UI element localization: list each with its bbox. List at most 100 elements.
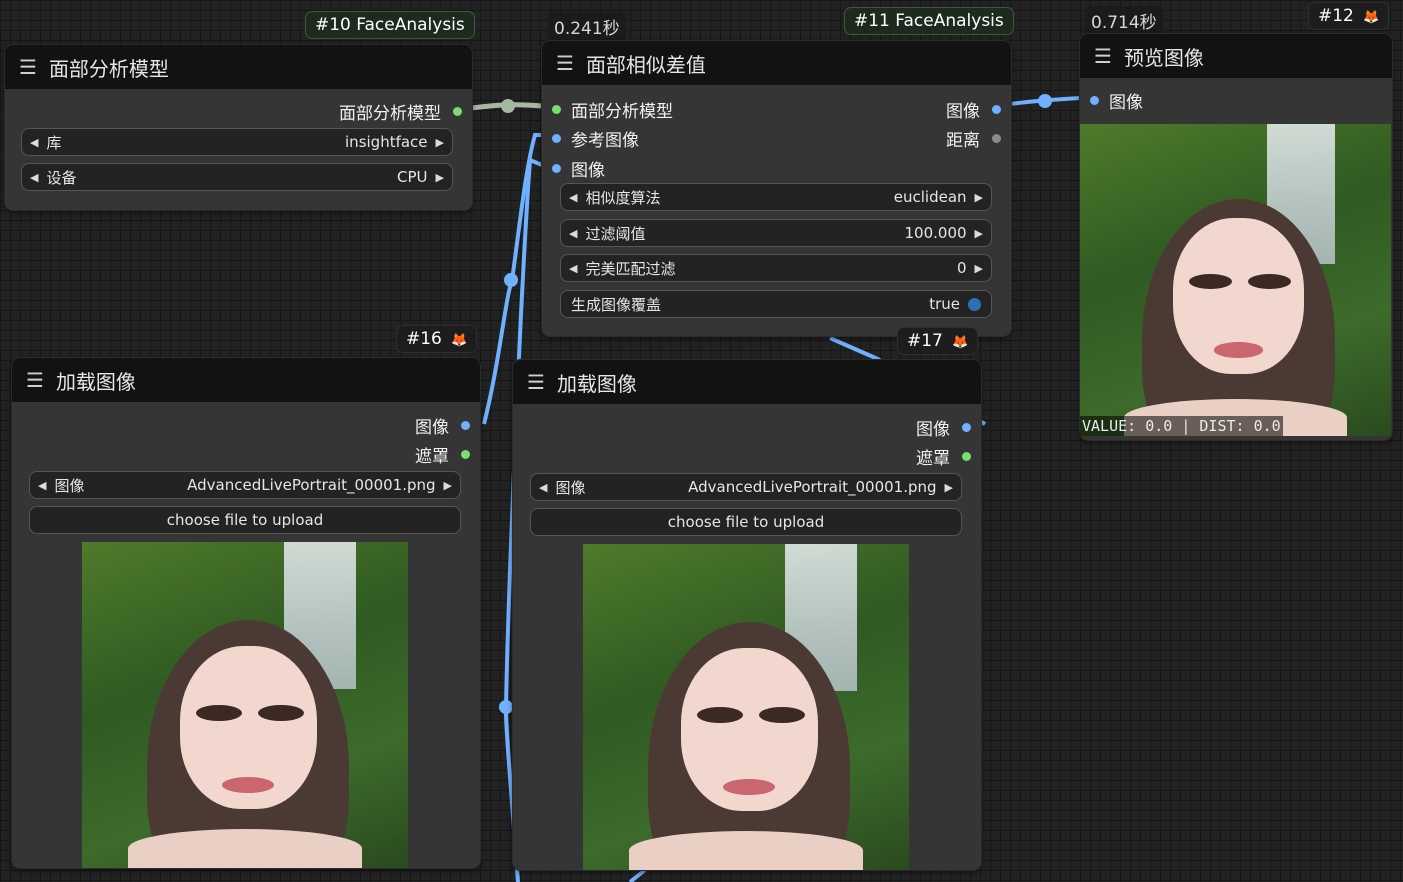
output-dot[interactable] (453, 107, 462, 116)
output-slot-mask[interactable]: 遮罩 (916, 444, 971, 469)
input-slot-image[interactable]: 图像 (552, 156, 605, 181)
fox-icon: 🦊 (1363, 10, 1380, 25)
input-label: 参考图像 (571, 131, 639, 151)
input-label: 面部分析模型 (571, 102, 673, 122)
right-arrow-icon[interactable]: ▶ (975, 227, 983, 240)
output-slot-image[interactable]: 图像 (946, 97, 1001, 122)
preview-image-node[interactable]: ☰ 预览图像 图像 VALUE: 0.0 | DIST: 0.0 (1080, 34, 1392, 440)
output-slot-mask[interactable]: 遮罩 (415, 442, 470, 467)
device-combo[interactable]: ◀ 设备 CPU ▶ (21, 163, 453, 191)
left-arrow-icon[interactable]: ◀ (569, 262, 577, 275)
right-arrow-icon[interactable]: ▶ (975, 191, 983, 204)
right-arrow-icon[interactable]: ▶ (945, 481, 953, 494)
output-dot[interactable] (992, 105, 1001, 114)
output-slot-image[interactable]: 图像 (916, 415, 971, 440)
fox-icon: 🦊 (451, 333, 468, 348)
face-similarity-node[interactable]: ☰ 面部相似差值 面部分析模型 参考图像 图像 图像 距离 ◀ 相似度算法 eu… (542, 41, 1011, 336)
similarity-readout: VALUE: 0.0 | DIST: 0.0 (1080, 416, 1283, 436)
widget-value: true (929, 295, 960, 313)
left-arrow-icon[interactable]: ◀ (569, 227, 577, 240)
input-slot-reference-image[interactable]: 参考图像 (552, 126, 639, 151)
widget-value: 0 (956, 259, 967, 277)
output-slot-distance[interactable]: 距离 (946, 126, 1001, 151)
link-reroute-dot (501, 99, 515, 113)
node-title-bar[interactable]: ☰ 加载图像 (513, 360, 981, 404)
input-slot-face-model[interactable]: 面部分析模型 (552, 97, 673, 122)
widget-value: AdvancedLivePortrait_00001.png (688, 478, 937, 496)
load-image-node-16[interactable]: ☰ 加载图像 图像 遮罩 ◀ 图像 AdvancedLivePortrait_0… (12, 358, 480, 868)
fox-icon: 🦊 (952, 335, 969, 350)
node-badge-16: #16 🦊 (397, 326, 477, 352)
input-dot[interactable] (1090, 96, 1099, 105)
node-title: 预览图像 (1123, 45, 1204, 70)
execution-time-11: 0.241秒 (548, 12, 626, 41)
left-arrow-icon[interactable]: ◀ (569, 191, 577, 204)
choose-file-button[interactable]: choose file to upload (29, 506, 461, 534)
left-arrow-icon[interactable]: ◀ (38, 479, 46, 492)
toggle-indicator[interactable] (968, 297, 981, 311)
output-slot-image[interactable]: 图像 (415, 413, 470, 438)
filter-threshold-number[interactable]: ◀ 过滤阈值 100.000 ▶ (560, 219, 992, 247)
node-badge-17: #17 🦊 (898, 328, 978, 354)
widget-value: CPU (397, 168, 428, 186)
widget-value: 100.000 (904, 224, 967, 242)
node-title-bar[interactable]: ☰ 面部相似差值 (542, 41, 1011, 85)
widget-label: 生成图像覆盖 (571, 295, 662, 314)
right-arrow-icon[interactable]: ▶ (436, 171, 444, 184)
left-arrow-icon[interactable]: ◀ (539, 481, 547, 494)
widget-label: 设备 (46, 168, 77, 187)
node-title: 加载图像 (556, 371, 637, 396)
output-dot[interactable] (962, 452, 971, 461)
output-label: 图像 (946, 102, 980, 122)
left-arrow-icon[interactable]: ◀ (30, 171, 38, 184)
node-title-bar[interactable]: ☰ 面部分析模型 (5, 45, 472, 89)
left-arrow-icon[interactable]: ◀ (30, 136, 38, 149)
widget-value: euclidean (893, 188, 967, 206)
badge-id: #12 (1318, 6, 1354, 26)
right-arrow-icon[interactable]: ▶ (975, 262, 983, 275)
link-model (471, 102, 543, 111)
node-title: 加载图像 (55, 369, 136, 394)
image-file-combo[interactable]: ◀ 图像 AdvancedLivePortrait_00001.png ▶ (29, 471, 461, 499)
menu-icon[interactable]: ☰ (26, 368, 44, 392)
node-title-bar[interactable]: ☰ 加载图像 (12, 358, 480, 402)
output-label: 面部分析模型 (339, 104, 441, 124)
generate-image-overlay-toggle[interactable]: 生成图像覆盖 true (560, 290, 992, 318)
node-title-bar[interactable]: ☰ 预览图像 (1080, 34, 1392, 78)
load-image-node-17[interactable]: ☰ 加载图像 图像 遮罩 ◀ 图像 AdvancedLivePortrait_0… (513, 360, 981, 870)
choose-file-button[interactable]: choose file to upload (530, 508, 962, 536)
output-dot[interactable] (461, 421, 470, 430)
input-dot[interactable] (552, 105, 561, 114)
right-arrow-icon[interactable]: ▶ (444, 479, 452, 492)
preview-image: VALUE: 0.0 | DIST: 0.0 (1080, 124, 1391, 436)
similarity-algorithm-combo[interactable]: ◀ 相似度算法 euclidean ▶ (560, 183, 992, 211)
link-reroute-dot (1038, 94, 1052, 108)
image-file-combo[interactable]: ◀ 图像 AdvancedLivePortrait_00001.png ▶ (530, 473, 962, 501)
widget-label: 图像 (555, 478, 586, 497)
face-analysis-model-node[interactable]: ☰ 面部分析模型 面部分析模型 ◀ 库 insightface ▶ ◀ 设备 C… (5, 45, 472, 210)
link-reroute-dot (504, 273, 518, 287)
widget-label: 相似度算法 (585, 188, 661, 207)
menu-icon[interactable]: ☰ (556, 51, 574, 75)
widget-label: 图像 (54, 476, 85, 495)
input-slot-image[interactable]: 图像 (1090, 88, 1143, 113)
output-label: 距离 (946, 131, 980, 151)
menu-icon[interactable]: ☰ (19, 55, 37, 79)
link-image-diag (829, 336, 881, 362)
output-slot-face-model[interactable]: 面部分析模型 (339, 99, 462, 124)
input-dot[interactable] (552, 134, 561, 143)
widget-label: 过滤阈值 (585, 224, 646, 243)
node-badge-10: #10 FaceAnalysis (306, 12, 474, 38)
output-dot[interactable] (962, 423, 971, 432)
perfect-match-filter-number[interactable]: ◀ 完美匹配过滤 0 ▶ (560, 254, 992, 282)
output-dot[interactable] (461, 450, 470, 459)
node-title: 面部相似差值 (585, 52, 706, 77)
widget-value: insightface (345, 133, 428, 151)
output-dot[interactable] (992, 134, 1001, 143)
input-label: 图像 (1109, 93, 1143, 113)
right-arrow-icon[interactable]: ▶ (436, 136, 444, 149)
menu-icon[interactable]: ☰ (527, 370, 545, 394)
menu-icon[interactable]: ☰ (1094, 44, 1112, 68)
library-combo[interactable]: ◀ 库 insightface ▶ (21, 128, 453, 156)
input-dot[interactable] (552, 164, 561, 173)
